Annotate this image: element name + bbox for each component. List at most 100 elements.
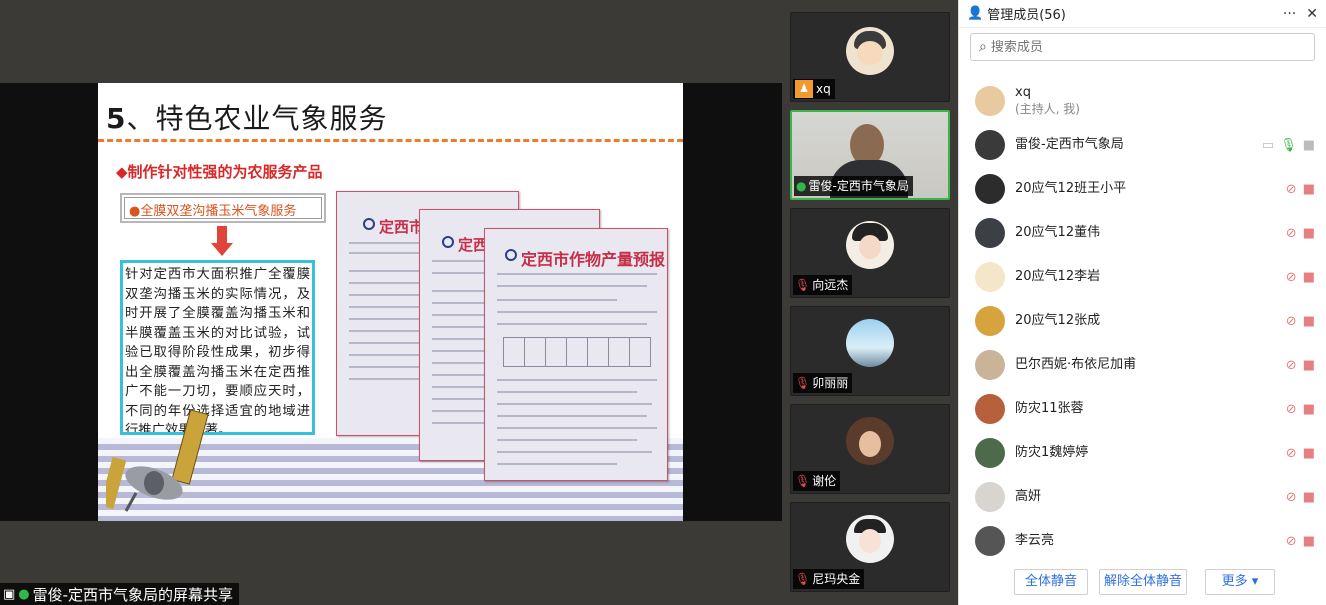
camera-off-icon[interactable]: ■: [1303, 534, 1315, 549]
video-gallery: ♟ xq ● 雷俊-定西市气象局 🎙 向远杰 🎙 卯丽丽 🎙 谢伦 🎙 尼玛央金: [782, 0, 958, 605]
video-tile-active-speaker[interactable]: ● 雷俊-定西市气象局: [790, 110, 950, 200]
panel-title: 管理成员(56): [987, 8, 1066, 23]
panel-footer: 全体静音 解除全体静音 更多 ▾: [959, 568, 1326, 596]
slide-title: 5、特色农业气象服务: [106, 97, 388, 137]
avatar: [975, 174, 1005, 204]
member-row[interactable]: 李云亮 ⊘ ■: [975, 523, 1315, 559]
video-tile[interactable]: 🎙 谢伦: [790, 404, 950, 494]
mute-all-button[interactable]: 全体静音: [1014, 569, 1088, 595]
mic-muted-icon[interactable]: ⊘: [1286, 314, 1297, 329]
member-row[interactable]: 20应气12董伟 ⊘ ■: [975, 215, 1315, 251]
members-panel: 👤 管理成员(56) ··· ✕ ⌕ xq(主持人, 我) 雷俊-定西市气象局 …: [958, 0, 1326, 605]
mic-icon: ●: [796, 179, 807, 193]
member-name: 高妍: [1015, 489, 1042, 504]
avatar: [846, 27, 894, 75]
member-name: 防灾11张蓉: [1015, 401, 1084, 416]
member-name: xq (主持人, 我): [1015, 85, 1315, 117]
video-tile[interactable]: 🎙 卯丽丽: [790, 306, 950, 396]
tag-box: ●全膜双垄沟播玉米气象服务: [120, 193, 326, 223]
search-input[interactable]: [990, 39, 1306, 55]
avatar: [975, 218, 1005, 248]
participant-name: 向远杰: [812, 278, 849, 292]
camera-off-icon[interactable]: ■: [1303, 402, 1315, 417]
video-tile-label: 🎙 尼玛央金: [793, 569, 865, 589]
members-icon: 👤: [967, 6, 984, 21]
member-row[interactable]: 防灾11张蓉 ⊘ ■: [975, 391, 1315, 427]
avatar: [975, 130, 1005, 160]
avatar: [975, 526, 1005, 556]
mic-muted-icon[interactable]: ⊘: [1286, 490, 1297, 505]
screen-share-icon[interactable]: ▭: [1262, 138, 1274, 153]
avatar: [975, 86, 1005, 116]
camera-off-icon[interactable]: ■: [1303, 490, 1315, 505]
member-row[interactable]: xq (主持人, 我): [975, 83, 1315, 119]
slide-title-number: 5: [106, 102, 127, 135]
mic-muted-icon[interactable]: ⊘: [1286, 358, 1297, 373]
participant-name: xq: [816, 82, 831, 96]
document-image-3: 定西市作物产量预报: [484, 228, 668, 481]
dashed-divider: [98, 139, 683, 142]
member-row[interactable]: 20应气12班王小平 ⊘ ■: [975, 171, 1315, 207]
doc-logo-icon: [505, 249, 517, 261]
shared-screen-area: 5、特色农业气象服务 ◆制作针对性强的为农服务产品 ●全膜双垄沟播玉米气象服务 …: [0, 0, 782, 605]
mic-icon: ●: [18, 586, 30, 602]
avatar: [975, 262, 1005, 292]
member-role: (主持人, 我): [1015, 102, 1080, 116]
screen-share-label: ▣ ● 雷俊-定西市气象局的屏幕共享: [0, 583, 240, 605]
mic-muted-icon[interactable]: ⊘: [1286, 226, 1297, 241]
camera-icon[interactable]: ■: [1303, 138, 1315, 153]
video-tile-label: ♟ xq: [793, 79, 835, 99]
member-row[interactable]: 20应气12张成 ⊘ ■: [975, 303, 1315, 339]
more-options-button[interactable]: ···: [1283, 6, 1296, 22]
member-row[interactable]: 高妍 ⊘ ■: [975, 479, 1315, 515]
video-tile-label: 🎙 卯丽丽: [793, 373, 853, 393]
member-name: 20应气12李岩: [1015, 269, 1101, 284]
tag-label: ●全膜双垄沟播玉米气象服务: [124, 197, 322, 219]
host-icon: ♟: [795, 80, 813, 98]
camera-off-icon[interactable]: ■: [1303, 446, 1315, 461]
member-row[interactable]: 巴尔西妮·布依尼加甫 ⊘ ■: [975, 347, 1315, 383]
avatar: [846, 221, 894, 269]
mic-muted-icon[interactable]: ⊘: [1286, 534, 1297, 549]
unmute-all-button[interactable]: 解除全体静音: [1099, 569, 1187, 595]
panel-header: 👤 管理成员(56) ··· ✕: [959, 0, 1326, 28]
member-name: 20应气12张成: [1015, 313, 1101, 328]
search-icon: ⌕: [979, 39, 987, 55]
mic-muted-icon[interactable]: ⊘: [1286, 402, 1297, 417]
video-tile-label: 🎙 谢伦: [793, 471, 841, 491]
avatar: [975, 482, 1005, 512]
mic-muted-icon[interactable]: ⊘: [1286, 182, 1297, 197]
mic-muted-icon[interactable]: ⊘: [1286, 446, 1297, 461]
participant-name: 雷俊-定西市气象局: [808, 179, 909, 193]
member-name: 雷俊-定西市气象局: [1015, 137, 1124, 152]
avatar: [975, 394, 1005, 424]
doc-title-3: 定西市作物产量预报: [521, 250, 666, 269]
video-tile-label: 🎙 向远杰: [793, 275, 853, 295]
mic-icon[interactable]: 🎙: [1280, 138, 1297, 153]
screen-share-icon: ▣: [3, 586, 16, 602]
camera-off-icon[interactable]: ■: [1303, 226, 1315, 241]
member-name: 防灾1魏婷婷: [1015, 445, 1089, 460]
member-row[interactable]: 雷俊-定西市气象局 ▭ 🎙 ■: [975, 127, 1315, 163]
camera-off-icon[interactable]: ■: [1303, 270, 1315, 285]
camera-off-icon[interactable]: ■: [1303, 314, 1315, 329]
presentation-slide: 5、特色农业气象服务 ◆制作针对性强的为农服务产品 ●全膜双垄沟播玉米气象服务 …: [98, 83, 683, 521]
mic-muted-icon[interactable]: ⊘: [1286, 270, 1297, 285]
member-name: 20应气12董伟: [1015, 225, 1101, 240]
screen-share-text: 雷俊-定西市气象局的屏幕共享: [32, 585, 234, 604]
down-arrow-icon: [211, 243, 233, 256]
camera-off-icon[interactable]: ■: [1303, 182, 1315, 197]
avatar: [846, 319, 894, 367]
video-tile[interactable]: 🎙 向远杰: [790, 208, 950, 298]
mic-muted-icon: 🎙: [795, 278, 811, 292]
member-row[interactable]: 防灾1魏婷婷 ⊘ ■: [975, 435, 1315, 471]
member-name: 李云亮: [1015, 533, 1055, 548]
mic-muted-icon: 🎙: [795, 376, 811, 390]
avatar: [846, 515, 894, 563]
video-tile-xq[interactable]: ♟ xq: [790, 12, 950, 102]
video-tile[interactable]: 🎙 尼玛央金: [790, 502, 950, 592]
close-icon[interactable]: ✕: [1306, 6, 1318, 22]
more-button[interactable]: 更多 ▾: [1205, 569, 1275, 595]
camera-off-icon[interactable]: ■: [1303, 358, 1315, 373]
member-row[interactable]: 20应气12李岩 ⊘ ■: [975, 259, 1315, 295]
